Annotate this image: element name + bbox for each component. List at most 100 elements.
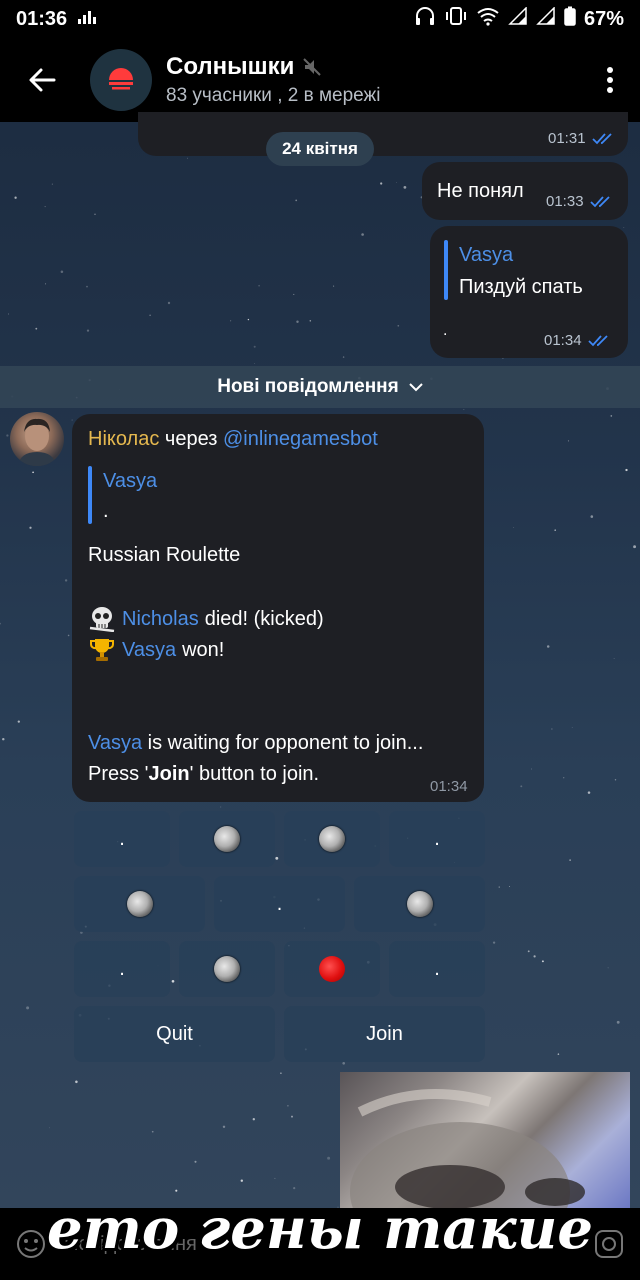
new-messages-divider[interactable]: Нові повідомлення (0, 366, 640, 408)
chat-header: Солнышки 83 учасники , 2 в мережі (0, 38, 640, 122)
star (327, 1156, 331, 1160)
roulette-cell-6[interactable]: . (214, 876, 345, 932)
join-button[interactable]: Join (284, 1006, 485, 1062)
message-time: 01:33 (546, 193, 614, 210)
star (293, 1187, 296, 1190)
star (610, 415, 613, 417)
star (613, 658, 615, 659)
arrow-left-icon (29, 68, 56, 92)
star (380, 182, 383, 185)
player-name[interactable]: Vasya (88, 732, 142, 754)
star (616, 1020, 620, 1024)
star (295, 199, 298, 202)
star (403, 186, 407, 189)
message-text: Не понял (437, 180, 524, 202)
chevron-down-icon (409, 383, 423, 392)
double-check-icon (587, 334, 608, 346)
star (546, 645, 550, 648)
star (623, 227, 625, 228)
message-text: . (443, 322, 448, 339)
star (258, 284, 260, 287)
star (296, 320, 299, 323)
group-avatar[interactable] (90, 49, 152, 111)
meme-photo (340, 1072, 630, 1208)
player-name[interactable]: Vasya (122, 639, 176, 662)
headphones-icon (414, 6, 436, 32)
star (551, 728, 553, 730)
star (590, 515, 594, 518)
person-photo-icon (18, 418, 56, 466)
star (607, 967, 609, 969)
star (149, 314, 151, 317)
star (275, 856, 279, 860)
star (463, 409, 465, 410)
star (492, 941, 496, 944)
roulette-cell-11[interactable]: . (389, 941, 485, 997)
quit-button[interactable]: Quit (74, 1006, 275, 1062)
star (293, 293, 295, 295)
group-info[interactable]: Солнышки 83 учасники , 2 в мережі (166, 53, 380, 107)
star (60, 270, 64, 273)
face-closeup-image (350, 1089, 585, 1208)
roulette-cell-9[interactable] (179, 941, 275, 997)
roulette-cell-1[interactable]: . (74, 811, 170, 867)
star (2, 737, 5, 741)
star (44, 206, 46, 208)
star (45, 283, 47, 285)
star (49, 1127, 50, 1129)
roulette-cell-7[interactable] (354, 876, 485, 932)
message-time: 01:31 (548, 130, 616, 147)
result-text: died! (kicked) (204, 607, 324, 630)
star (498, 886, 500, 888)
status-time: 01:36 (16, 7, 68, 30)
star (51, 183, 53, 185)
roulette-cell-2[interactable] (179, 811, 275, 867)
result-line-died: Nicholas died! (kicked) (88, 606, 324, 632)
bot-username[interactable]: @inlinegamesbot (223, 428, 378, 450)
reply-text: . (103, 500, 109, 522)
star (67, 634, 70, 637)
waiting-line: Vasya is waiting for opponent to join... (88, 732, 423, 755)
star (194, 1160, 197, 1163)
meme-caption: ето гены такие (47, 1196, 593, 1262)
player-name[interactable]: Nicholas (122, 608, 199, 631)
message-time: 01:34 (544, 332, 612, 349)
back-button[interactable] (0, 38, 84, 122)
star (75, 1080, 78, 1084)
kebab-menu-icon (607, 67, 613, 93)
star (171, 979, 175, 983)
group-title: Солнышки (166, 53, 295, 80)
star (291, 1115, 293, 1118)
star (569, 859, 571, 861)
star (587, 791, 591, 794)
roulette-cell-3[interactable] (284, 811, 380, 867)
fired-chamber-icon (319, 956, 345, 982)
vibrate-icon (444, 6, 468, 32)
roulette-cell-5[interactable] (74, 876, 205, 932)
star (274, 1177, 276, 1179)
roulette-cell-4[interactable]: . (389, 811, 485, 867)
star (0, 622, 1, 625)
roulette-cell-8[interactable]: . (74, 941, 170, 997)
star (531, 768, 533, 770)
star (8, 313, 10, 315)
roulette-cell-10[interactable] (284, 941, 380, 997)
star (513, 527, 515, 528)
bullet-chamber-icon (406, 891, 433, 917)
avatar[interactable] (10, 412, 64, 466)
reply-indicator (88, 466, 92, 524)
star (361, 233, 364, 236)
wifi-icon (476, 6, 500, 32)
star (520, 785, 523, 788)
star (633, 545, 637, 549)
star (541, 960, 544, 963)
reply-author: Vasya (103, 470, 158, 492)
sender-name[interactable]: Ніколас (88, 428, 159, 450)
star (94, 213, 96, 215)
equalizer-icon (77, 8, 99, 31)
sunset-logo-icon (109, 68, 133, 90)
star (333, 285, 335, 287)
star (397, 324, 400, 327)
battery-icon (564, 6, 576, 32)
more-options-button[interactable] (580, 50, 640, 110)
